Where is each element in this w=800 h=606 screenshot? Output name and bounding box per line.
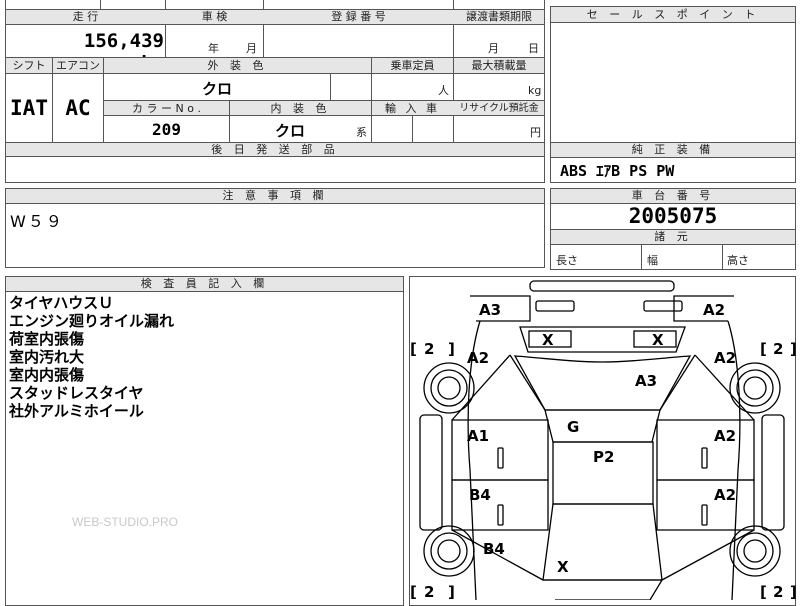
registration-label: 登 録 番 号	[331, 10, 386, 23]
interior-color-label: 内 装 色	[270, 102, 331, 115]
exterior-color-value: クロ	[201, 80, 232, 98]
inspector-label: 検 査 員 記 入 欄	[6, 277, 403, 292]
remark-line: 室内内張傷	[9, 366, 85, 384]
inspection-label: 車 検	[201, 10, 228, 23]
transfer-month-unit: 月	[488, 42, 499, 55]
mark-left-rear-door: B4	[469, 486, 491, 504]
equipment-value: ABS ｴｱB PS PW	[560, 162, 675, 180]
spec-label: 諸 元	[551, 229, 795, 245]
remark-line: 社外アルミホイール	[9, 402, 144, 420]
transfer-deadline-label: 譲渡書類期限	[466, 10, 532, 23]
color-no-value: 209	[152, 120, 181, 139]
mark-right-front-door: A2	[714, 427, 736, 445]
remark-line: 室内汚れ大	[9, 348, 85, 366]
tire-right-rear-depth: 2	[773, 583, 783, 600]
sales-point-label: セ ー ル ス ポ イ ン ト	[551, 7, 795, 23]
notes-label: 注 意 事 項 欄	[6, 189, 544, 204]
mark-left-fender: A2	[467, 349, 489, 367]
later-parts-field	[5, 156, 545, 183]
mark-roof-front: G	[567, 418, 579, 436]
interior-color-value: クロ	[274, 122, 305, 140]
svg-text:]: ]	[790, 340, 796, 358]
mark-front-left-corner: A3	[479, 301, 501, 319]
later-parts-label: 後 日 発 送 部 品	[211, 143, 339, 156]
mark-windshield-right: X	[652, 331, 664, 349]
mark-front-right-corner: A2	[703, 301, 725, 319]
remark-line: 荷室内張傷	[9, 330, 85, 348]
width-label: 幅	[647, 254, 658, 267]
ac-label: エアコン	[56, 59, 100, 72]
equipment-label: 純 正 装 備	[551, 143, 795, 158]
ac-value: AC	[65, 96, 91, 120]
mileage-label: 走 行	[72, 10, 99, 23]
max-load-label: 最大積載量	[471, 59, 527, 72]
mark-right-rear-door: A2	[714, 486, 736, 504]
svg-text:[: [	[410, 583, 417, 600]
notes-value: W５９	[10, 212, 64, 231]
mark-windshield-left: X	[542, 331, 554, 349]
mark-left-front-door: A1	[467, 427, 489, 445]
svg-text:[: [	[410, 340, 417, 358]
mark-hood: A3	[635, 372, 657, 390]
color-no-label: カ ラ ー N o .	[132, 102, 201, 115]
recycle-unit: 円	[530, 126, 541, 139]
mark-right-fender: A2	[714, 349, 736, 367]
mark-roof: P2	[593, 448, 614, 466]
watermark: WEB-STUDIO.PRO	[72, 515, 179, 529]
svg-text:]: ]	[448, 583, 455, 600]
shift-value: IAT	[10, 96, 48, 120]
import-label: 輸 入 車	[385, 102, 440, 115]
remark-line: スタッドレスタイヤ	[9, 384, 144, 402]
exterior-color-label: 外 装 色	[207, 59, 268, 72]
mark-left-quarter: B4	[483, 540, 505, 558]
tire-left-rear-depth: 2	[424, 583, 434, 600]
chassis-label: 車 台 番 号	[551, 189, 795, 204]
svg-text:]: ]	[448, 340, 455, 358]
svg-text:]: ]	[790, 583, 796, 600]
remark-line: エンジン廻りオイル漏れ	[9, 312, 175, 330]
capacity-label: 乗車定員	[390, 59, 435, 72]
inspection-year-unit: 年	[208, 42, 219, 55]
inspector-remarks: タイヤハウスＵ エンジン廻りオイル漏れ 荷室内張傷 室内汚れ大 室内内張傷 スタ…	[9, 294, 174, 420]
max-load-unit: kg	[528, 84, 542, 97]
car-diagram: [] [] [] [] 2 2 2 2 A3 A2 X X A2 A2 A3 G…	[410, 280, 796, 600]
tire-left-front-depth: 2	[424, 340, 434, 358]
sales-point-box	[550, 6, 796, 143]
svg-text:[: [	[760, 340, 767, 358]
shift-label: シフト	[12, 59, 46, 72]
mark-rear-glass: X	[557, 558, 569, 576]
length-label: 長さ	[556, 254, 578, 267]
remark-line: タイヤハウスＵ	[9, 294, 114, 312]
recycle-label: リサイクル預託金	[459, 103, 539, 114]
tire-right-front-depth: 2	[773, 340, 783, 358]
interior-suffix: 系	[356, 126, 367, 139]
chassis-value: 2005075	[628, 204, 718, 228]
svg-text:[: [	[760, 583, 767, 600]
capacity-unit: 人	[438, 84, 449, 97]
height-label: 高さ	[727, 254, 749, 267]
transfer-day-unit: 日	[528, 42, 539, 55]
inspection-month-unit: 月	[246, 42, 257, 55]
